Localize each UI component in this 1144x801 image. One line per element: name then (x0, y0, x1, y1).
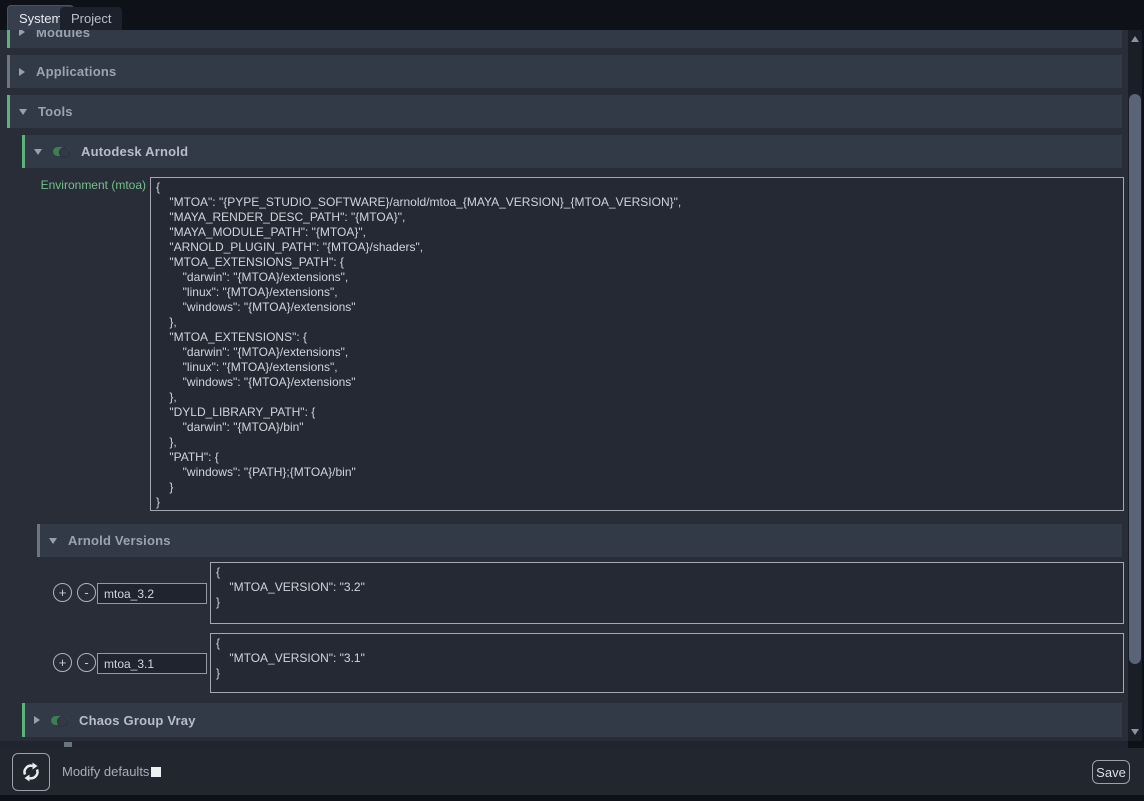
save-button[interactable]: Save (1092, 760, 1130, 784)
chevron-down-icon (19, 109, 27, 115)
version-name-input[interactable] (97, 653, 207, 674)
tab-project[interactable]: Project (60, 7, 122, 30)
section-title: Tools (38, 104, 73, 119)
tab-system-label: System (19, 11, 62, 26)
arnold-versions-title: Arnold Versions (68, 533, 171, 548)
vertical-scrollbar-thumb[interactable] (1129, 94, 1141, 664)
refresh-button[interactable] (12, 753, 50, 791)
version-name-input[interactable] (97, 583, 207, 604)
chevron-down-icon (49, 538, 57, 544)
modify-defaults-label: Modify defaults (62, 764, 149, 779)
footer-bar: Modify defaults Save (0, 748, 1144, 795)
environment-mtoa-label: Environment (mtoa) (16, 178, 146, 192)
section-title: Modules (36, 30, 90, 40)
chevron-down-icon (34, 149, 42, 155)
window-bottom-edge (0, 795, 1144, 801)
remove-version-button[interactable]: - (77, 583, 96, 602)
section-header-modules[interactable]: Modules (7, 30, 1122, 48)
chevron-right-icon (34, 716, 40, 724)
scroll-down-arrow-icon[interactable] (1131, 729, 1139, 735)
horizontal-scrollbar[interactable] (0, 741, 1128, 748)
tab-project-label: Project (71, 11, 111, 26)
section-header-arnold-versions[interactable]: Arnold Versions (37, 524, 1122, 557)
add-version-button[interactable]: + (53, 653, 72, 672)
version-json-textarea[interactable]: { "MTOA_VERSION": "3.1" } (210, 633, 1124, 693)
arnold-title: Autodesk Arnold (81, 144, 188, 159)
section-header-tools[interactable]: Tools (7, 95, 1122, 128)
add-version-button[interactable]: + (53, 583, 72, 602)
section-header-applications[interactable]: Applications (7, 55, 1122, 88)
vertical-scrollbar[interactable] (1128, 30, 1142, 741)
vray-enabled-toggle[interactable] (51, 716, 68, 725)
chevron-right-icon (19, 30, 25, 36)
modify-defaults-checkbox[interactable] (151, 767, 161, 777)
chevron-right-icon (19, 68, 25, 76)
environment-mtoa-textarea[interactable]: { "MTOA": "{PYPE_STUDIO_SOFTWARE}/arnold… (150, 177, 1124, 511)
section-header-chaos-group-vray[interactable]: Chaos Group Vray (22, 703, 1122, 737)
horizontal-scrollbar-thumb[interactable] (64, 742, 72, 747)
arnold-enabled-toggle[interactable] (53, 147, 70, 156)
settings-window: System Project Modules Applications Tool… (0, 0, 1144, 801)
section-header-autodesk-arnold[interactable]: Autodesk Arnold (22, 135, 1122, 168)
version-json-textarea[interactable]: { "MTOA_VERSION": "3.2" } (210, 562, 1124, 624)
refresh-icon (20, 761, 42, 783)
section-title: Applications (36, 64, 116, 79)
remove-version-button[interactable]: - (77, 653, 96, 672)
scroll-up-arrow-icon[interactable] (1131, 36, 1139, 42)
settings-scroll-area[interactable]: Modules Applications Tools Autodesk Arno… (0, 30, 1128, 741)
vray-title: Chaos Group Vray (79, 713, 196, 728)
tab-bar: System Project (0, 0, 1144, 30)
